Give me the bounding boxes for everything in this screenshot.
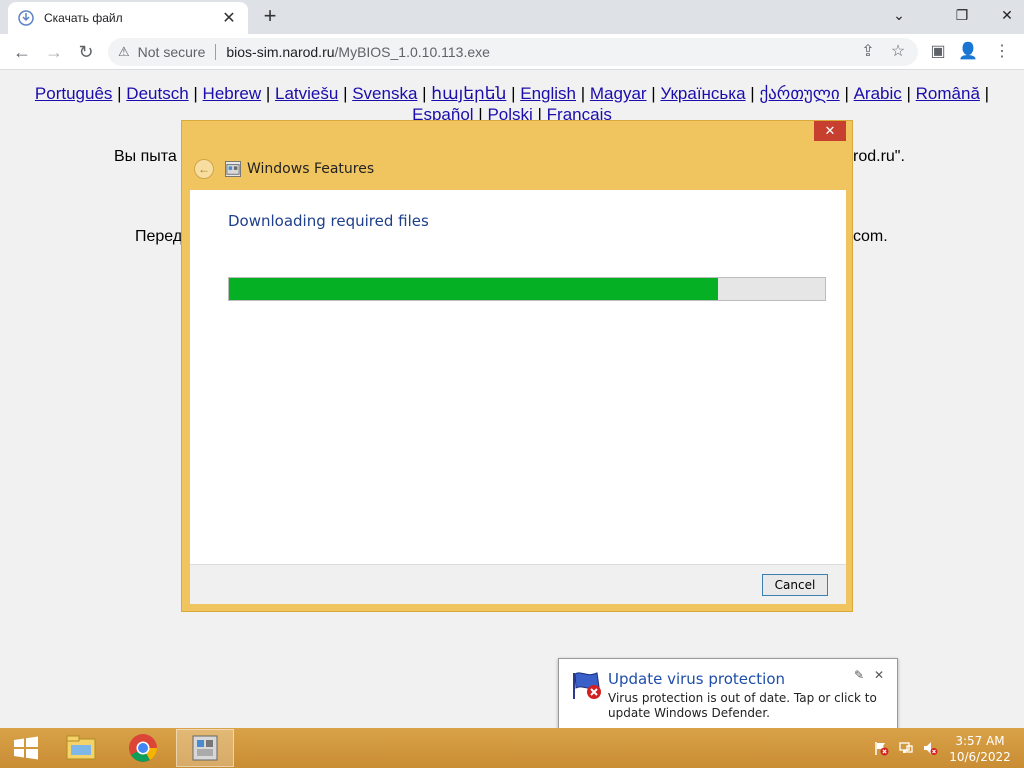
share-icon[interactable]: ⇪ xyxy=(858,42,878,62)
language-link[interactable]: Română xyxy=(916,84,980,103)
dialog-body: Downloading required files xyxy=(190,190,846,564)
download-page-favicon-icon xyxy=(18,10,34,26)
language-separator: | xyxy=(417,84,432,103)
security-label[interactable]: Not secure xyxy=(138,44,206,60)
language-links: Português | Deutsch | Hebrew | Latviešu … xyxy=(20,83,1004,125)
new-tab-button[interactable]: + xyxy=(258,4,282,28)
notification-pin-icon[interactable]: ✎ xyxy=(854,668,864,682)
page-text-left-2: Перед xyxy=(135,228,183,245)
language-link[interactable]: ქართული xyxy=(759,84,839,103)
file-explorer-icon xyxy=(66,735,96,760)
dialog-title: Windows Features xyxy=(247,161,375,177)
chrome-icon xyxy=(129,734,157,762)
system-clock[interactable]: 3:57 AM 10/6/2022 xyxy=(945,733,1015,765)
language-link[interactable]: հայերեն xyxy=(431,84,506,103)
bookmark-star-icon[interactable]: ☆ xyxy=(888,42,908,62)
url-path: /MyBIOS_1.0.10.113.exe xyxy=(334,44,490,60)
windows-features-taskbar-icon xyxy=(192,735,218,761)
language-separator: | xyxy=(979,84,990,103)
language-separator: | xyxy=(188,84,203,103)
taskbar-file-explorer[interactable] xyxy=(52,729,110,767)
browser-tab[interactable]: Скачать файл ✕ xyxy=(8,2,248,34)
language-link[interactable]: Українська xyxy=(660,84,745,103)
address-bar[interactable]: ⚠ Not secure bios-sim.narod.ru/MyBIOS_1.… xyxy=(108,38,918,66)
clock-date: 10/6/2022 xyxy=(949,750,1011,764)
browser-toolbar: ← → ↻ ⚠ Not secure bios-sim.narod.ru/MyB… xyxy=(0,34,1024,70)
language-separator: | xyxy=(646,84,661,103)
warning-icon[interactable]: ⚠ xyxy=(118,44,130,60)
taskbar-windows-features[interactable] xyxy=(176,729,234,767)
dialog-back-icon[interactable]: ← xyxy=(194,159,214,179)
url-host: bios-sim.narod.ru xyxy=(226,44,335,60)
dialog-close-button[interactable]: ✕ xyxy=(814,121,846,141)
tab-title: Скачать файл xyxy=(44,11,123,25)
virus-protection-notification[interactable]: Update virus protection Virus protection… xyxy=(558,658,898,730)
language-link[interactable]: Arabic xyxy=(854,84,902,103)
windows-features-icon xyxy=(225,161,241,177)
page-text-left-1: Вы пыта xyxy=(114,148,177,165)
language-separator: | xyxy=(745,84,760,103)
side-panel-icon[interactable]: ▣ xyxy=(928,42,948,62)
tab-close-icon[interactable]: ✕ xyxy=(220,8,238,28)
language-separator: | xyxy=(901,84,916,103)
language-link[interactable]: Magyar xyxy=(590,84,647,103)
volume-muted-icon[interactable] xyxy=(922,740,938,756)
notification-title: Update virus protection xyxy=(608,670,786,688)
page-text-right-2: com. xyxy=(853,228,888,245)
taskbar-chrome[interactable] xyxy=(114,729,172,767)
notification-close-icon[interactable]: ✕ xyxy=(874,668,884,682)
dialog-footer: Cancel xyxy=(190,564,846,604)
clock-time: 3:57 AM xyxy=(955,734,1005,748)
language-separator: | xyxy=(338,84,353,103)
start-button-windows-icon[interactable] xyxy=(6,734,46,762)
language-separator: | xyxy=(261,84,276,103)
forward-button[interactable]: → xyxy=(42,40,66,64)
reload-button[interactable]: ↻ xyxy=(74,40,98,64)
language-link[interactable]: Svenska xyxy=(352,84,417,103)
notification-body: Virus protection is out of date. Tap or … xyxy=(608,691,877,720)
language-links-line-1: Português | Deutsch | Hebrew | Latviešu … xyxy=(20,83,1004,104)
minimize-button[interactable]: ⌄ xyxy=(882,0,916,34)
cancel-button[interactable]: Cancel xyxy=(762,574,828,596)
language-link[interactable]: Latviešu xyxy=(275,84,338,103)
download-progress-bar xyxy=(228,277,826,301)
page-text-right-1: rod.ru". xyxy=(853,148,905,165)
menu-icon[interactable]: ⋮ xyxy=(992,42,1012,62)
language-separator: | xyxy=(112,84,127,103)
windows-features-dialog: ✕ ← Windows Features Downloading require… xyxy=(181,120,853,612)
language-separator: | xyxy=(576,84,590,103)
network-icon[interactable] xyxy=(898,740,914,756)
language-link[interactable]: Deutsch xyxy=(126,84,188,103)
profile-icon[interactable]: 👤 xyxy=(958,42,978,62)
browser-tab-strip: Скачать файл ✕ + ⌄ ❐ ✕ xyxy=(0,0,1024,34)
language-link[interactable]: Hebrew xyxy=(203,84,262,103)
dialog-heading: Downloading required files xyxy=(228,212,429,230)
back-button[interactable]: ← xyxy=(10,40,34,64)
restore-button[interactable]: ❐ xyxy=(945,0,979,34)
defender-flag-warning-icon xyxy=(573,672,601,699)
language-link[interactable]: English xyxy=(520,84,576,103)
download-progress-fill xyxy=(229,278,718,300)
window-close-button[interactable]: ✕ xyxy=(990,0,1024,34)
language-separator: | xyxy=(839,84,854,103)
omnibox-separator xyxy=(215,44,217,60)
language-separator: | xyxy=(506,84,521,103)
action-center-flag-icon[interactable] xyxy=(873,740,889,756)
taskbar: 3:57 AM 10/6/2022 xyxy=(0,728,1024,768)
language-link[interactable]: Português xyxy=(35,84,113,103)
